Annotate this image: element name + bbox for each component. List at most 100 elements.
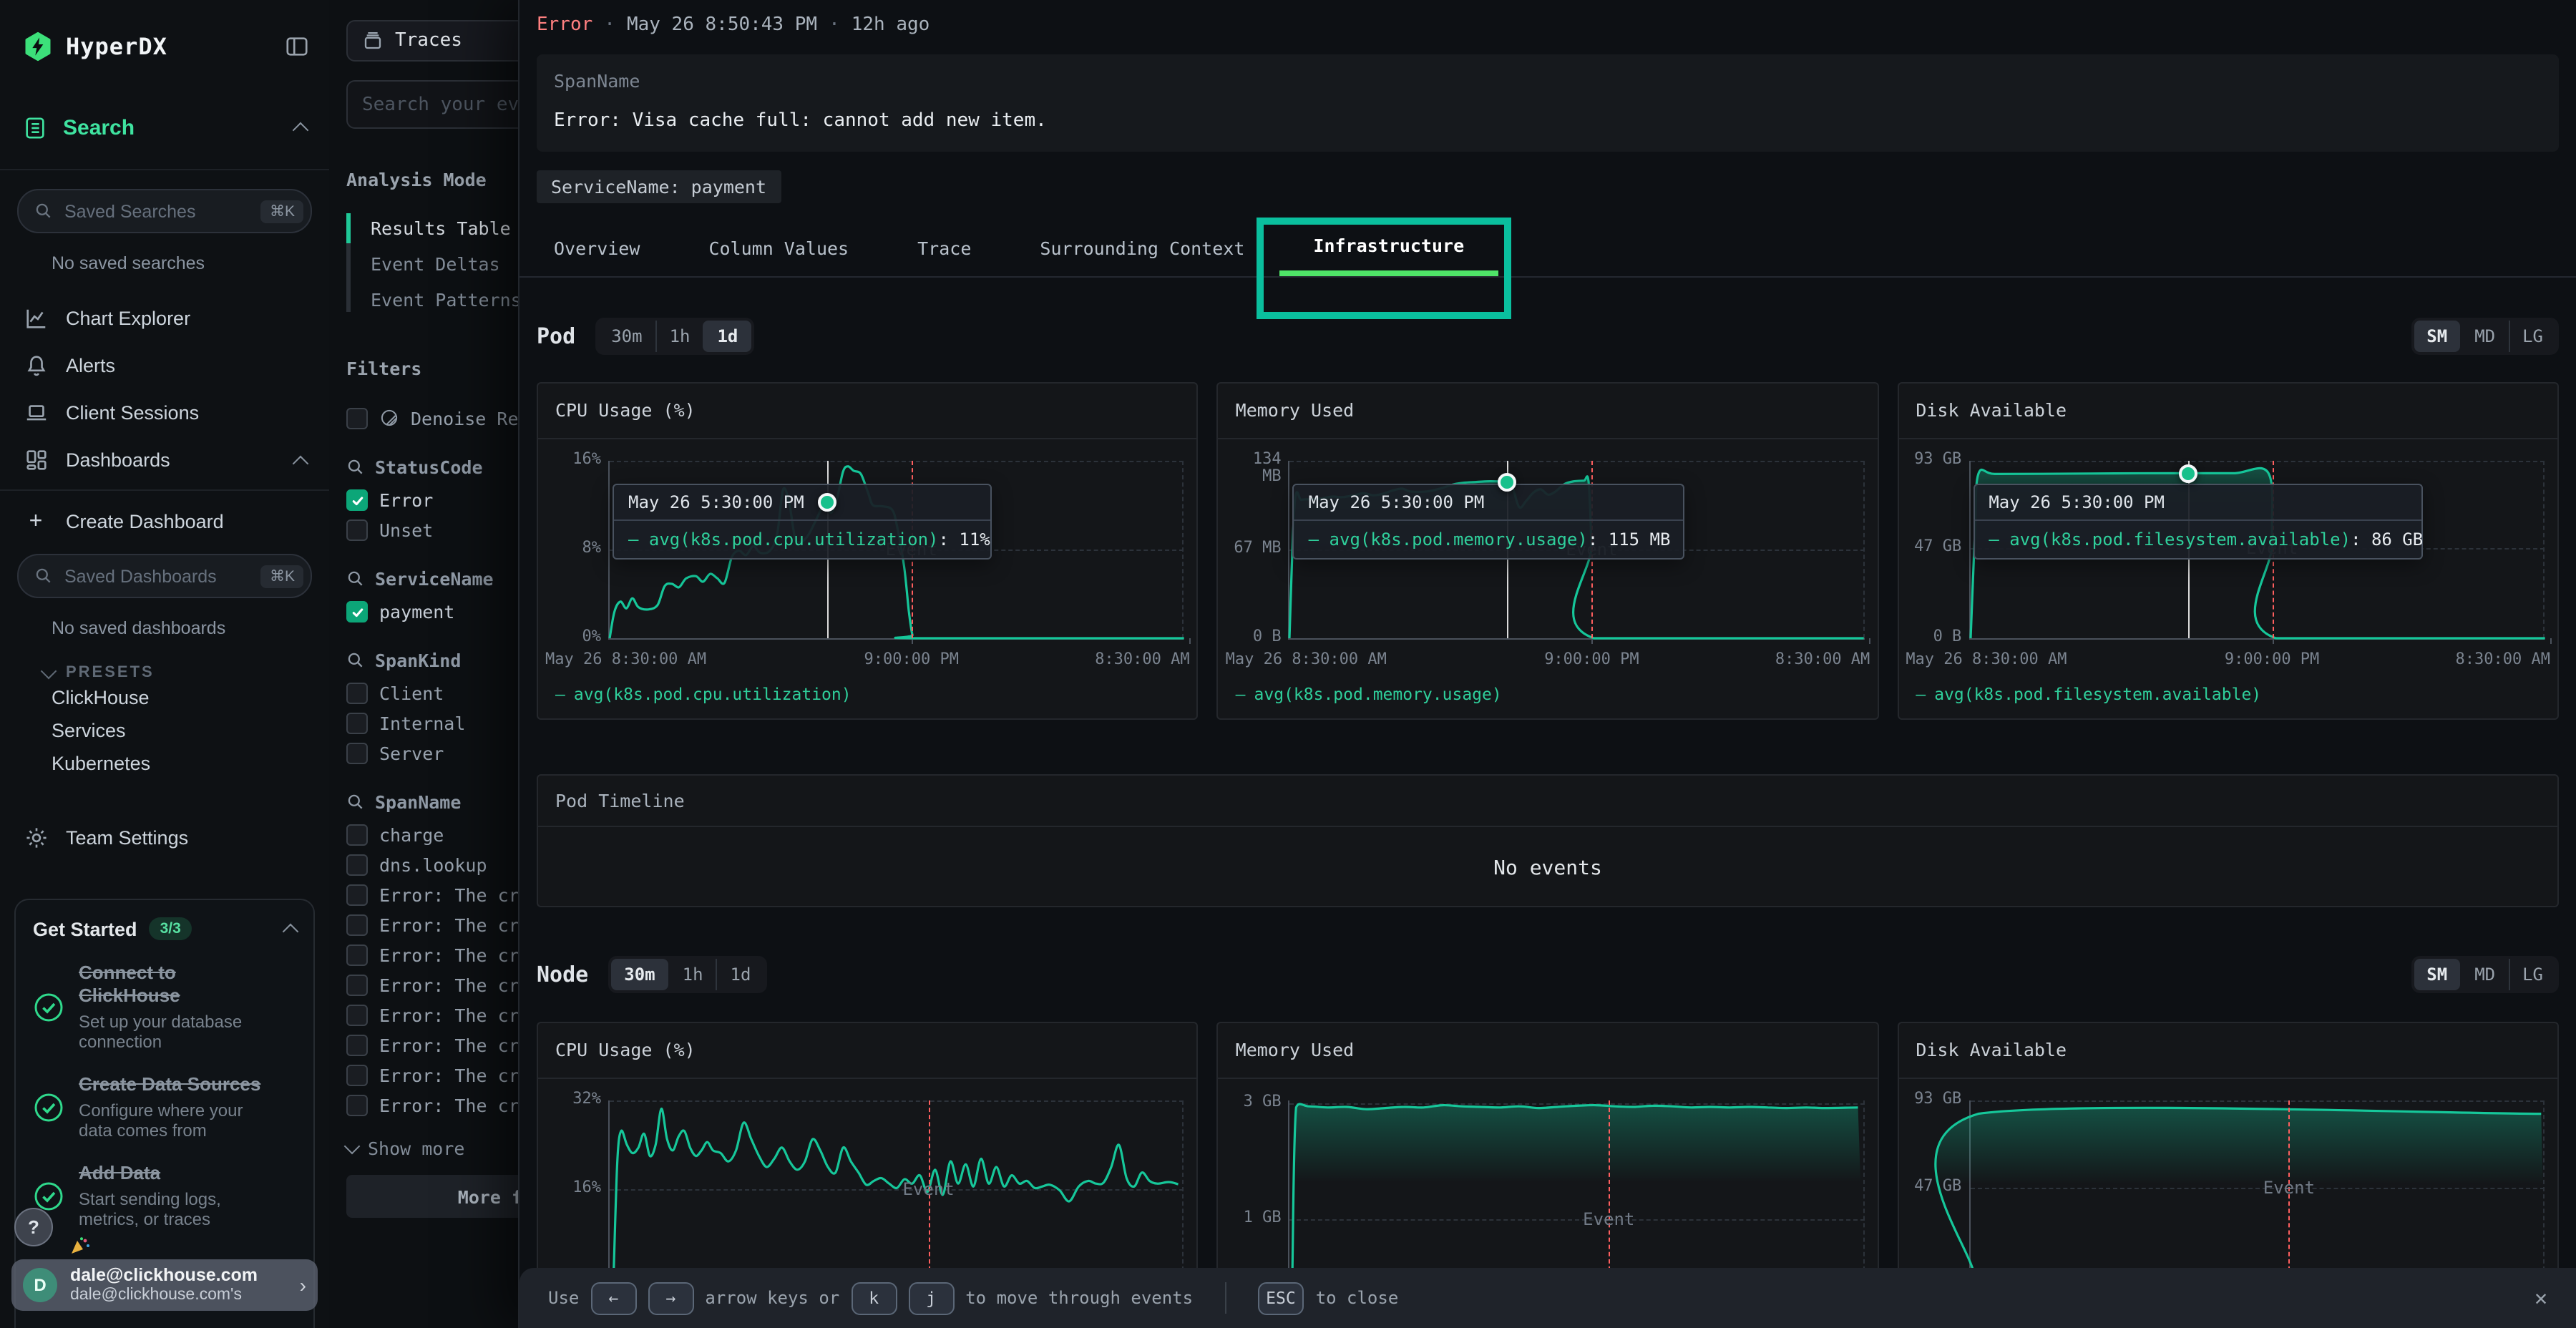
pod-timeline-card: Pod Timeline No events — [537, 774, 2559, 907]
node-range-1d[interactable]: 1d — [716, 959, 764, 990]
chart-plot-pod-cpu[interactable]: 16%8%0%EventMay 26 5:30:00 PM— avg(k8s.p… — [608, 461, 1184, 640]
checkbox-icon[interactable] — [346, 713, 368, 734]
show-more-button[interactable]: Show more — [346, 1133, 518, 1162]
filter-group-servicename[interactable]: ServiceName — [346, 565, 518, 591]
filter-option-spanname-error[interactable]: Error: The cr — [346, 1060, 518, 1090]
chart-plot-pod-disk[interactable]: 93 GB47 GB0 BEventMay 26 5:30:00 PM— avg… — [1968, 461, 2545, 640]
pod-size-lg[interactable]: LG — [2508, 321, 2556, 352]
denoise-checkbox-row[interactable]: Denoise Re — [346, 402, 518, 434]
checkbox-icon[interactable] — [346, 914, 368, 936]
sidebar-item-client-sessions[interactable]: Client Sessions — [0, 389, 329, 436]
filter-option-error[interactable]: Error — [346, 485, 518, 515]
presets-toggle[interactable]: PRESETS — [43, 664, 329, 681]
help-button[interactable]: ? — [14, 1208, 53, 1246]
filter-option-spanname-error[interactable]: Error: The cr — [346, 1090, 518, 1120]
filter-option-internal[interactable]: Internal — [346, 708, 518, 738]
chart-plot-node-memory[interactable]: 3 GB1 GBEvent — [1289, 1100, 1865, 1279]
pod-size-sm[interactable]: SM — [2414, 321, 2460, 352]
chevron-right-icon: › — [300, 1274, 306, 1297]
create-dashboard-button[interactable]: + Create Dashboard — [0, 498, 329, 545]
filter-group-statuscode[interactable]: StatusCode — [346, 454, 518, 479]
pod-range-1h[interactable]: 1h — [655, 321, 703, 352]
sidebar-item-dashboards[interactable]: Dashboards — [0, 436, 329, 484]
sidebar-collapse-icon[interactable] — [285, 34, 309, 58]
filter-option-payment[interactable]: payment — [346, 597, 518, 627]
checkbox-icon[interactable] — [346, 683, 368, 704]
sidebar-item-team-settings[interactable]: Team Settings — [0, 814, 329, 861]
get-started-item-sources[interactable]: Create Data Sources Configure where your… — [33, 1074, 296, 1141]
source-select[interactable]: Traces — [346, 20, 518, 62]
filter-option-spanname-error[interactable]: Error: The cr — [346, 970, 518, 1000]
tab-surrounding-context[interactable]: Surrounding Context — [1005, 219, 1279, 276]
pod-range-1d[interactable]: 1d — [703, 321, 751, 352]
filter-option-spanname-error[interactable]: Error: The cr — [346, 910, 518, 940]
esc-key[interactable]: ESC — [1257, 1281, 1304, 1314]
tab-infrastructure[interactable]: Infrastructure — [1279, 219, 1498, 276]
get-started-item-connect[interactable]: Connect to ClickHouse Set up your databa… — [33, 962, 296, 1053]
more-filters-button[interactable]: More fil — [346, 1175, 518, 1218]
filter-option-unset[interactable]: Unset — [346, 515, 518, 545]
get-started-item-add-data[interactable]: Add Data Start sending logs, metrics, or… — [33, 1163, 296, 1230]
preset-clickhouse[interactable]: ClickHouse — [0, 681, 329, 714]
preset-kubernetes[interactable]: Kubernetes — [0, 747, 329, 780]
chart-title: CPU Usage (%) — [538, 384, 1197, 439]
k-key[interactable]: k — [851, 1281, 897, 1314]
checkbox-icon[interactable] — [346, 884, 368, 906]
checkbox-icon[interactable] — [346, 519, 368, 541]
node-size-sm[interactable]: SM — [2414, 959, 2460, 990]
node-size-lg[interactable]: LG — [2508, 959, 2556, 990]
tab-column-values[interactable]: Column Values — [674, 219, 883, 276]
filter-option-spanname-error[interactable]: Error: The cr — [346, 1000, 518, 1030]
arrow-left-key[interactable]: ← — [590, 1281, 636, 1314]
user-menu[interactable]: D dale@clickhouse.com dale@clickhouse.co… — [11, 1259, 318, 1311]
search-input[interactable] — [346, 80, 518, 129]
node-range-1h[interactable]: 1h — [668, 959, 716, 990]
checkbox-checked-icon[interactable] — [346, 489, 368, 511]
filter-option-spanname-error[interactable]: Error: The cr — [346, 1030, 518, 1060]
sidebar-item-chart-explorer[interactable]: Chart Explorer — [0, 295, 329, 342]
preset-services[interactable]: Services — [0, 714, 329, 747]
filter-group-spanname[interactable]: SpanName — [346, 788, 518, 814]
checkbox-icon[interactable] — [346, 854, 368, 876]
saved-searches-button[interactable]: Saved Searches ⌘K — [17, 189, 312, 233]
checkbox-icon[interactable] — [346, 1005, 368, 1026]
filter-option-spanname-error[interactable]: Error: The cr — [346, 940, 518, 970]
filter-option-spanname-error[interactable]: Error: The cr — [346, 880, 518, 910]
filter-option-server[interactable]: Server — [346, 738, 518, 768]
checkbox-icon[interactable] — [346, 824, 368, 846]
chart-plot-pod-memory[interactable]: 134MB67 MB0 BEventMay 26 5:30:00 PM— avg… — [1289, 461, 1865, 640]
chart-plot-node-disk[interactable]: 93 GB47 GBEvent — [1968, 1100, 2545, 1279]
chart-plot-node-cpu[interactable]: 32%16%Event — [608, 1100, 1184, 1279]
checkbox-icon[interactable] — [346, 407, 368, 429]
sidebar-item-search[interactable]: Search — [0, 106, 329, 149]
checkbox-icon[interactable] — [346, 743, 368, 764]
arrow-right-key[interactable]: → — [648, 1281, 693, 1314]
mode-results-table[interactable]: Results Table — [346, 210, 518, 246]
pod-size-md[interactable]: MD — [2460, 321, 2508, 352]
j-key[interactable]: j — [908, 1281, 954, 1314]
checkbox-icon[interactable] — [346, 944, 368, 966]
saved-dashboards-button[interactable]: Saved Dashboards ⌘K — [17, 554, 312, 598]
service-name-tag[interactable]: ServiceName: payment — [537, 170, 781, 203]
checkbox-checked-icon[interactable] — [346, 601, 368, 622]
checkbox-icon[interactable] — [346, 1035, 368, 1056]
node-size-md[interactable]: MD — [2460, 959, 2508, 990]
mode-event-deltas[interactable]: Event Deltas — [346, 246, 518, 282]
tooltip-timestamp: May 26 5:30:00 PM — [614, 485, 990, 521]
mode-event-patterns[interactable]: Event Patterns — [346, 282, 518, 318]
close-icon[interactable]: ✕ — [2534, 1285, 2547, 1311]
checkbox-icon[interactable] — [346, 1095, 368, 1116]
tab-overview[interactable]: Overview — [519, 219, 674, 276]
checkbox-icon[interactable] — [346, 975, 368, 996]
filter-option-dns-lookup[interactable]: dns.lookup — [346, 850, 518, 880]
chevron-up-icon[interactable] — [283, 924, 299, 940]
tab-trace[interactable]: Trace — [883, 219, 1005, 276]
filter-group-spankind[interactable]: SpanKind — [346, 647, 518, 673]
checkbox-icon[interactable] — [346, 1065, 368, 1086]
sidebar-item-alerts[interactable]: Alerts — [0, 342, 329, 389]
pod-range-30m[interactable]: 30m — [598, 321, 655, 352]
filter-group-name: SpanKind — [375, 649, 461, 670]
node-range-30m[interactable]: 30m — [611, 959, 668, 990]
filter-option-client[interactable]: Client — [346, 678, 518, 708]
filter-option-charge[interactable]: charge — [346, 820, 518, 850]
